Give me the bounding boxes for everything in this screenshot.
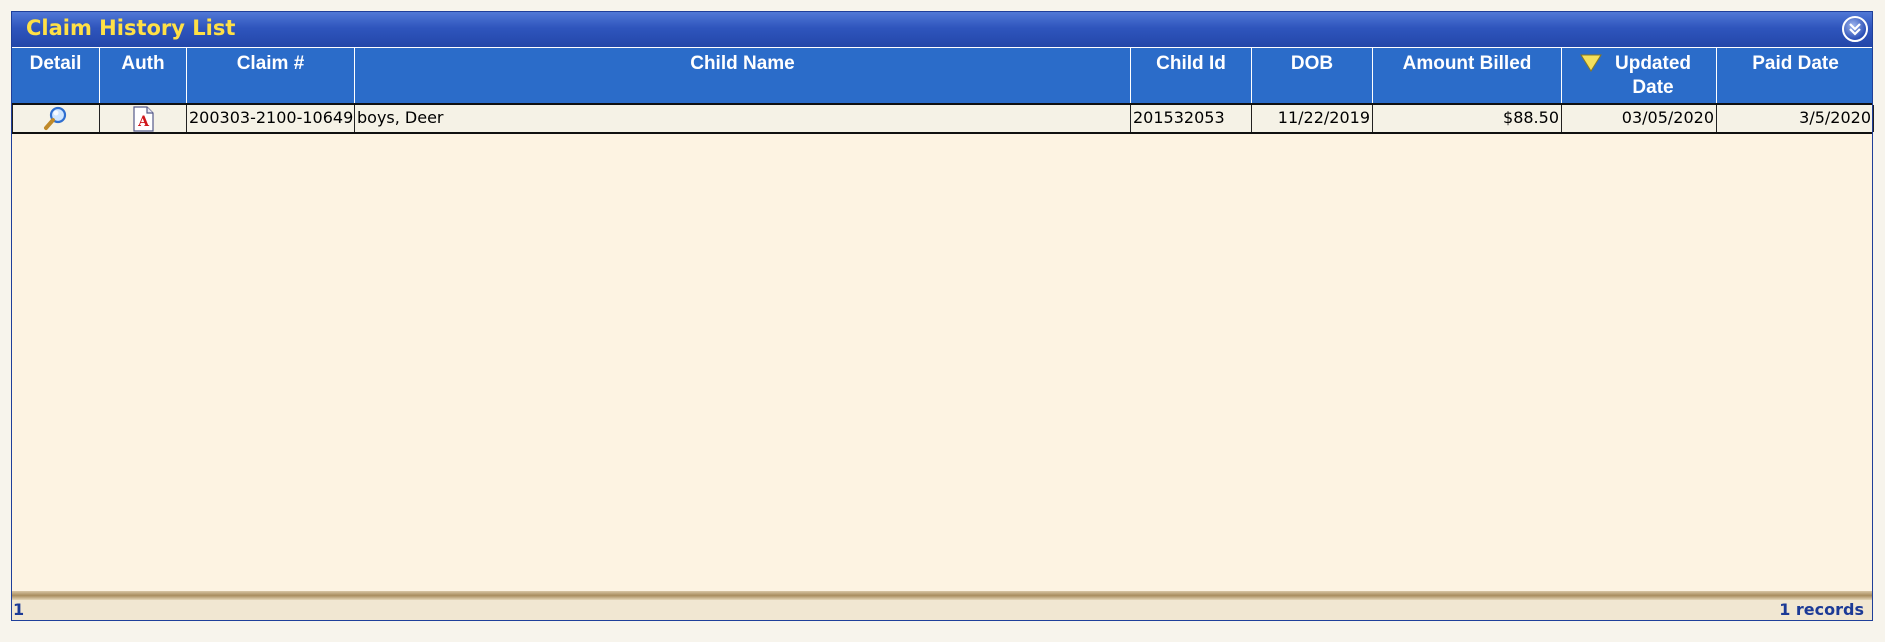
panel-title-bar: Claim History List xyxy=(12,12,1872,47)
child-id-cell: 201532053 xyxy=(1131,105,1252,132)
column-header-auth[interactable]: Auth xyxy=(100,48,187,103)
dob-cell: 11/22/2019 xyxy=(1252,105,1373,132)
footer-divider xyxy=(12,591,1872,600)
amount-billed-cell: $88.50 xyxy=(1373,105,1562,132)
table-header-row: Detail Auth Claim # Child Name Child Id … xyxy=(12,47,1872,103)
column-header-amount-billed[interactable]: Amount Billed xyxy=(1373,48,1562,103)
collapse-panel-button[interactable] xyxy=(1842,16,1868,42)
paid-date-cell: 3/5/2020 xyxy=(1717,105,1874,132)
magnifier-icon[interactable] xyxy=(43,105,69,131)
column-header-updated-date[interactable]: Updated Date xyxy=(1562,48,1717,103)
record-count: 1 records xyxy=(1779,600,1864,619)
table-row[interactable]: A 200303-2100-10649 boys, Deer 201532053… xyxy=(12,103,1874,134)
svg-text:A: A xyxy=(137,114,150,130)
panel-title: Claim History List xyxy=(26,16,236,40)
column-header-paid-date[interactable]: Paid Date xyxy=(1717,48,1874,103)
double-chevron-down-icon xyxy=(1849,23,1861,36)
detail-cell[interactable] xyxy=(12,105,100,132)
claim-number-cell: 200303-2100-10649 xyxy=(187,105,355,132)
table-footer: 1 1 records xyxy=(12,600,1872,620)
claim-history-panel: Claim History List Detail Auth Claim # C… xyxy=(11,11,1874,621)
auth-cell[interactable]: A xyxy=(100,105,187,132)
column-header-child-id[interactable]: Child Id xyxy=(1131,48,1252,103)
column-header-child-name[interactable]: Child Name xyxy=(355,48,1131,103)
pdf-document-icon[interactable]: A xyxy=(131,106,155,132)
updated-date-cell: 03/05/2020 xyxy=(1562,105,1717,132)
column-header-dob[interactable]: DOB xyxy=(1252,48,1373,103)
column-header-claim-number[interactable]: Claim # xyxy=(187,48,355,103)
sort-desc-triangle-icon xyxy=(1580,54,1602,72)
column-header-detail[interactable]: Detail xyxy=(12,48,100,103)
child-name-cell: boys, Deer xyxy=(355,105,1131,132)
page-number-link[interactable]: 1 xyxy=(13,600,24,620)
